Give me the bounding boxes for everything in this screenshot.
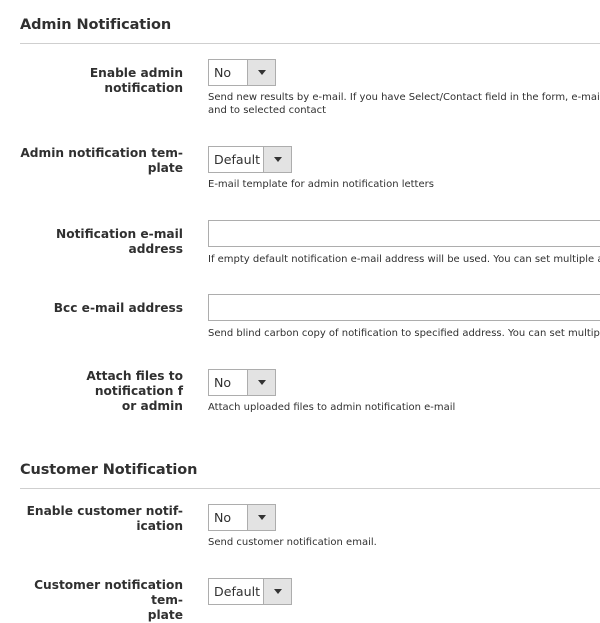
admin-template-note: E-mail template for admin notification l… (208, 179, 434, 190)
bcc-email-label: Bcc e-mail address (53, 301, 183, 315)
customer-section-divider (20, 488, 600, 489)
admin-template-select[interactable]: Default (208, 146, 292, 173)
admin-template-value: Default (214, 152, 261, 167)
bcc-email-note: Send blind carbon copy of notification t… (208, 328, 600, 339)
enable-admin-notification-note: Send new results by e-mail. If you have … (208, 92, 600, 116)
attach-files-value: No (214, 375, 232, 390)
admin-section-title: Admin Notification (20, 17, 172, 33)
chevron-down-icon[interactable] (247, 370, 275, 395)
customer-template-select[interactable]: Default (208, 578, 292, 605)
chevron-down-icon[interactable] (247, 505, 275, 530)
chevron-down-icon[interactable] (247, 60, 275, 85)
attach-files-note: Attach uploaded files to admin notificat… (208, 402, 456, 413)
enable-admin-notification-value: No (214, 65, 232, 80)
admin-template-label: Admin notification tem- plate (20, 146, 183, 175)
notification-email-label: Notification e-mail address (56, 227, 183, 256)
notification-email-input[interactable] (208, 220, 600, 247)
chevron-down-icon[interactable] (263, 579, 291, 604)
customer-section-title: Customer Notification (20, 462, 198, 478)
chevron-down-icon[interactable] (263, 147, 291, 172)
enable-customer-notification-value: No (214, 510, 232, 525)
enable-customer-notification-select[interactable]: No (208, 504, 276, 531)
enable-customer-notification-label: Enable customer notif- ication (26, 504, 183, 533)
notification-email-note: If empty default notification e-mail add… (208, 254, 600, 265)
bcc-email-input[interactable] (208, 294, 600, 321)
enable-customer-notification-note: Send customer notification email. (208, 537, 377, 548)
customer-template-value: Default (214, 584, 261, 599)
customer-template-label: Customer notification tem- plate (34, 578, 183, 622)
enable-admin-notification-label: Enable admin notification (89, 66, 183, 95)
admin-section-divider (20, 43, 600, 44)
enable-admin-notification-select[interactable]: No (208, 59, 276, 86)
attach-files-select[interactable]: No (208, 369, 276, 396)
attach-files-label: Attach files to notification f or admin (86, 369, 183, 413)
